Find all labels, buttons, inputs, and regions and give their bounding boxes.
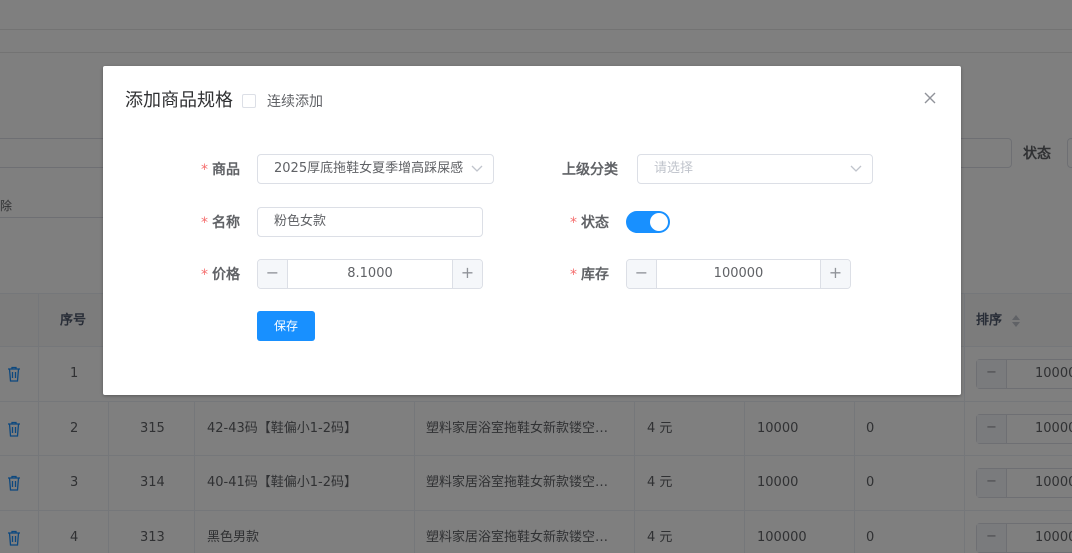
minus-icon[interactable]: − <box>627 260 657 288</box>
price-value[interactable]: 8.1000 <box>288 260 452 288</box>
price-label: * 价格 <box>201 267 240 283</box>
continuous-add-label[interactable]: 连续添加 <box>267 91 323 111</box>
status-label: * 状态 <box>570 215 609 231</box>
product-label: * 商品 <box>201 162 240 178</box>
add-spec-dialog: 添加商品规格 连续添加 * 商品 2025厚底拖鞋女夏季增高踩屎感 上级分类 请选… <box>103 66 961 395</box>
save-button[interactable]: 保存 <box>257 311 316 341</box>
name-input[interactable]: 粉色女款 <box>257 207 483 237</box>
plus-icon[interactable]: + <box>452 260 482 288</box>
close-icon[interactable] <box>922 90 938 106</box>
parent-category-select[interactable]: 请选择 <box>637 154 873 184</box>
product-select[interactable]: 2025厚底拖鞋女夏季增高踩屎感 <box>257 154 494 184</box>
name-value: 粉色女款 <box>274 214 327 229</box>
chevron-down-icon <box>850 165 862 172</box>
checkbox-box[interactable] <box>242 94 256 108</box>
status-switch[interactable] <box>626 211 670 233</box>
dialog-title: 添加商品规格 <box>125 90 233 111</box>
chevron-down-icon <box>471 165 483 172</box>
product-value: 2025厚底拖鞋女夏季增高踩屎感 <box>274 161 464 176</box>
name-label: * 名称 <box>201 215 240 231</box>
stock-value[interactable]: 100000 <box>657 260 820 288</box>
parent-category-label: 上级分类 <box>562 162 618 178</box>
plus-icon[interactable]: + <box>820 260 850 288</box>
stock-stepper[interactable]: − 100000 + <box>626 259 851 289</box>
parent-category-placeholder: 请选择 <box>654 161 694 176</box>
continuous-add-checkbox[interactable]: 连续添加 <box>242 91 323 111</box>
stock-label: * 库存 <box>570 267 609 283</box>
price-stepper[interactable]: − 8.1000 + <box>257 259 483 289</box>
switch-knob <box>650 213 668 231</box>
minus-icon[interactable]: − <box>258 260 288 288</box>
